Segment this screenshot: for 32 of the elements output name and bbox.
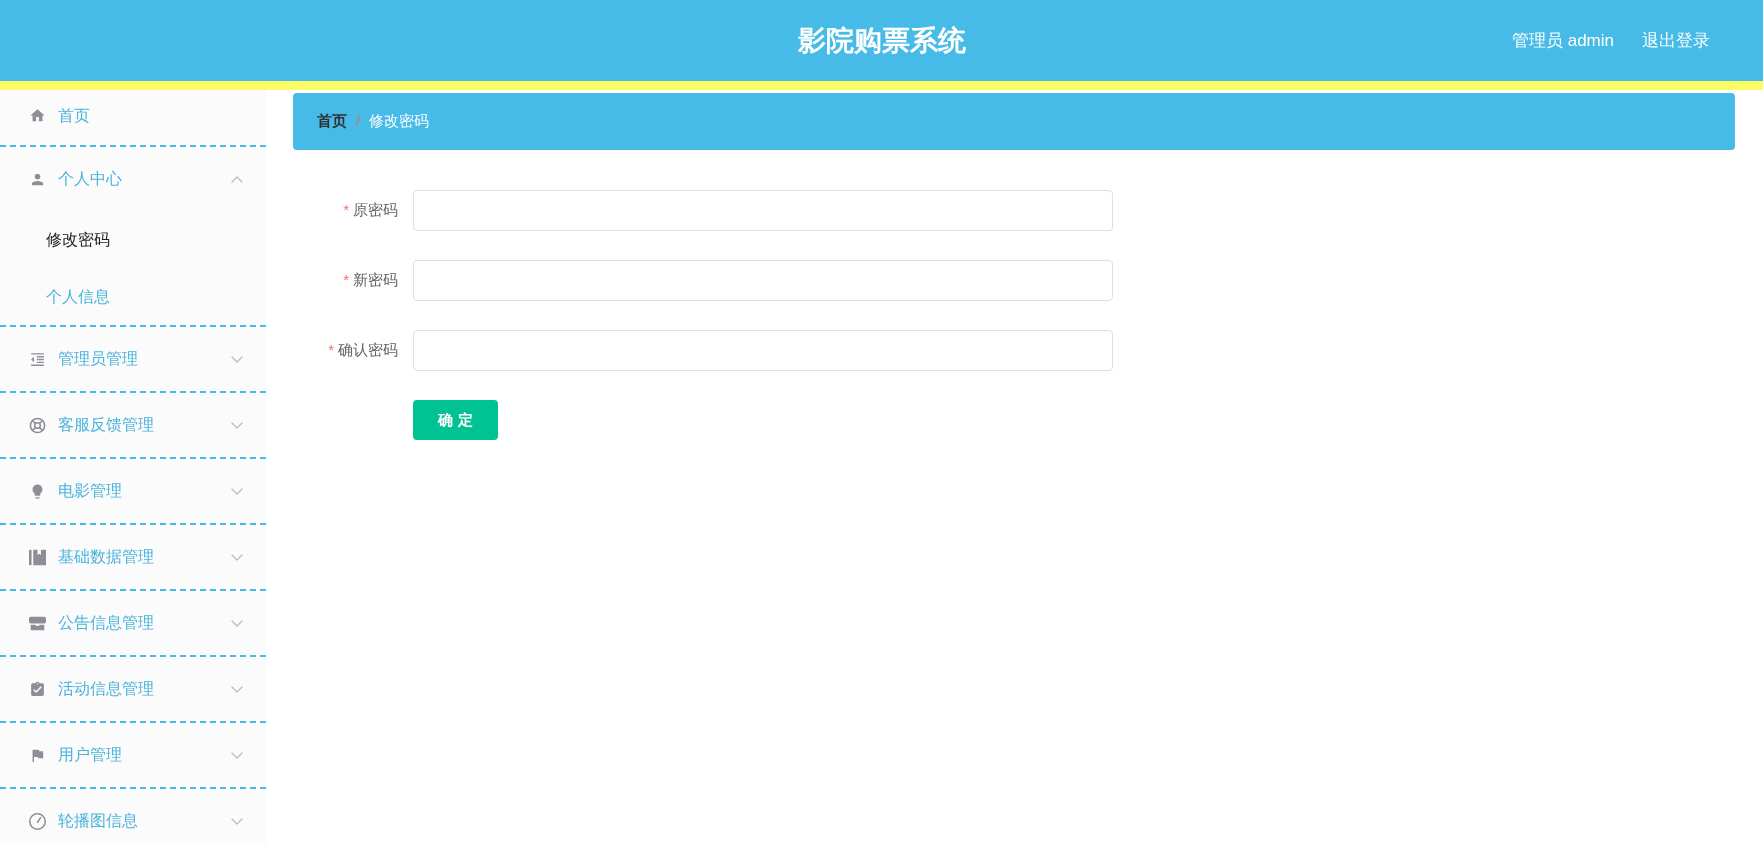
sidebar-menu-item[interactable]: 公告信息管理 xyxy=(0,591,266,655)
indent-lines-icon xyxy=(29,350,46,368)
password-input[interactable] xyxy=(413,260,1113,301)
field-label: * 新密码 xyxy=(343,270,398,291)
submenu-item[interactable]: 个人信息 xyxy=(0,268,266,325)
password-input[interactable] xyxy=(413,330,1113,371)
gauge-icon xyxy=(29,812,46,830)
clipboard-check-icon xyxy=(29,680,46,698)
sidebar-menu-item[interactable]: 客服反馈管理 xyxy=(0,393,266,457)
admin-user-label: 管理员 admin xyxy=(1511,29,1614,52)
app-title: 影院购票系统 xyxy=(797,23,966,58)
sidebar-menu-item[interactable]: 用户管理 xyxy=(0,723,266,787)
sidebar-menu-item[interactable]: 基础数据管理 xyxy=(0,525,266,589)
sidebar-menu-item[interactable]: 活动信息管理 xyxy=(0,657,266,721)
sidebar-menu-item[interactable]: 首页 xyxy=(0,90,266,145)
sidebar-menu-item[interactable]: 电影管理 xyxy=(0,459,266,523)
breadcrumb-separator: / xyxy=(356,111,361,132)
field-label: * 原密码 xyxy=(343,200,398,221)
sidebar-menu-item[interactable]: 轮播图信息 xyxy=(0,789,266,844)
submenu-item[interactable]: 修改密码 xyxy=(0,211,266,268)
logout-link[interactable]: 退出登录 xyxy=(1642,27,1710,54)
password-input[interactable] xyxy=(413,190,1113,231)
breadcrumb-link[interactable]: 首页 xyxy=(317,110,347,133)
breadcrumb-current: 修改密码 xyxy=(369,111,430,132)
sidebar-menu-item[interactable]: 管理员管理 xyxy=(0,327,266,391)
home-icon xyxy=(29,107,46,124)
submit-button[interactable]: 确 定 xyxy=(413,400,498,440)
sidebar-menu-item[interactable]: 个人中心 xyxy=(0,147,266,211)
field-label: * 确认密码 xyxy=(328,340,398,361)
lifebuoy-icon xyxy=(29,416,46,434)
notebook-icon xyxy=(29,548,46,566)
tray-icon xyxy=(29,614,46,632)
